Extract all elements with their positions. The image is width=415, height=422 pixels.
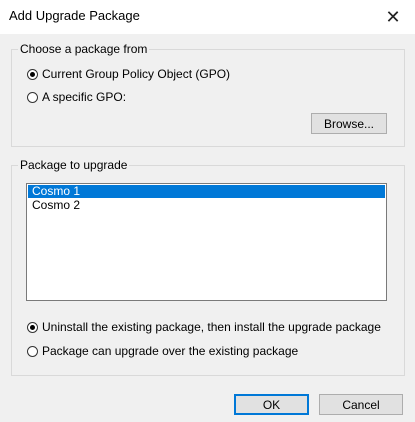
radio-current-gpo[interactable]: Current Group Policy Object (GPO) <box>27 67 230 81</box>
package-upgrade-group-label: Package to upgrade <box>18 158 130 172</box>
radio-specific-gpo-label: A specific GPO: <box>42 90 127 104</box>
title-bar: Add Upgrade Package ✕ <box>0 0 415 34</box>
close-icon: ✕ <box>385 6 401 27</box>
radio-upgrade-over-label: Package can upgrade over the existing pa… <box>42 344 299 358</box>
radio-uninstall-then-install-label: Uninstall the existing package, then ins… <box>42 320 381 334</box>
radio-uninstall-then-install-indicator[interactable] <box>27 321 38 333</box>
package-list[interactable]: Cosmo 1 Cosmo 2 <box>26 183 387 301</box>
close-button[interactable]: ✕ <box>371 0 415 34</box>
radio-specific-gpo[interactable]: A specific GPO: <box>27 90 126 104</box>
radio-upgrade-over[interactable]: Package can upgrade over the existing pa… <box>27 344 298 358</box>
radio-current-gpo-label: Current Group Policy Object (GPO) <box>42 67 231 81</box>
radio-upgrade-over-indicator[interactable] <box>27 345 38 357</box>
cancel-button[interactable]: Cancel <box>319 394 403 415</box>
window-title: Add Upgrade Package <box>9 8 140 23</box>
radio-uninstall-then-install[interactable]: Uninstall the existing package, then ins… <box>27 320 381 334</box>
list-item[interactable]: Cosmo 1 <box>28 185 385 198</box>
radio-current-gpo-indicator[interactable] <box>27 68 38 80</box>
browse-button[interactable]: Browse... <box>311 113 387 134</box>
list-item[interactable]: Cosmo 2 <box>28 199 385 212</box>
ok-button[interactable]: OK <box>234 394 309 415</box>
radio-specific-gpo-indicator[interactable] <box>27 91 38 103</box>
package-source-group-label: Choose a package from <box>18 42 150 56</box>
